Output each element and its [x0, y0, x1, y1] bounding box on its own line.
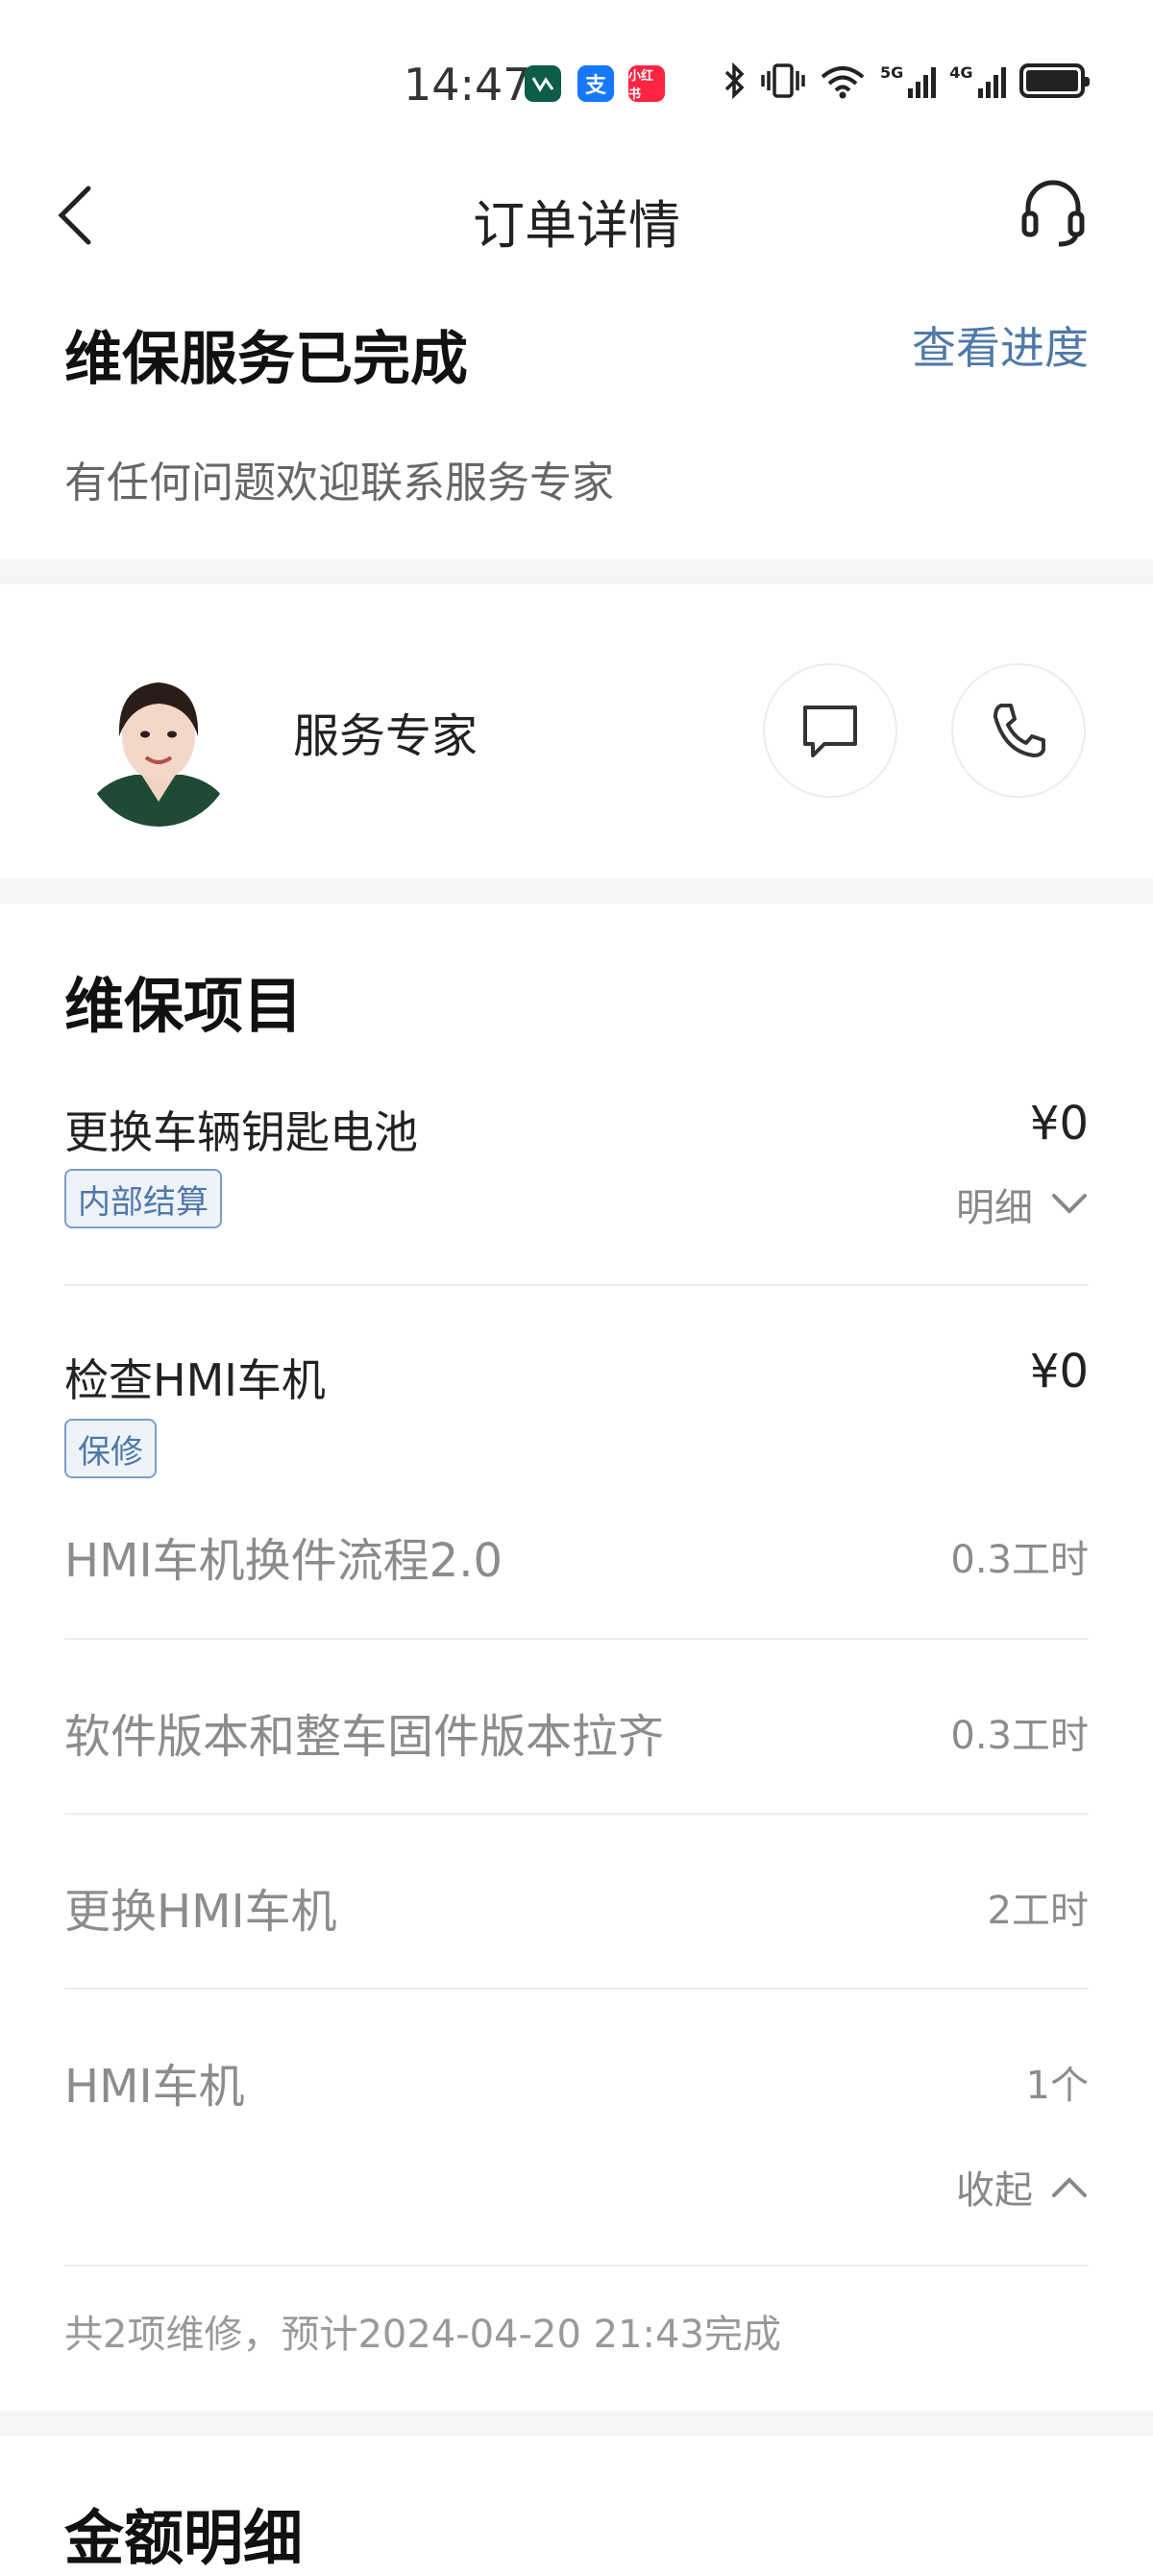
battery-icon: [1018, 63, 1090, 98]
collapse-toggle-label: 收起: [956, 2168, 1033, 2213]
headset-icon: [1021, 180, 1085, 247]
chevron-up-icon: [1052, 2177, 1087, 2197]
phone-icon: [994, 704, 1045, 757]
wifi-icon: [821, 66, 865, 99]
section-divider: [0, 559, 1153, 584]
divider: [64, 1813, 1089, 1815]
customer-service-button[interactable]: [1018, 175, 1088, 250]
vibrate-icon: [761, 63, 805, 98]
status-time: 14:47: [404, 59, 531, 111]
system-status-icons: 5G 4G: [723, 62, 1090, 100]
order-status-subtitle: 有任何问题欢迎联系服务专家: [64, 458, 614, 508]
item-price: ¥0: [1029, 1345, 1089, 1399]
detail-name: 软件版本和整车固件版本拉齐: [64, 1710, 665, 1764]
signal-5g-icon: 5G: [880, 63, 937, 98]
divider: [64, 1284, 1089, 1286]
detail-quantity: 0.3工时: [950, 1538, 1089, 1582]
signal-4g-icon: 4G: [949, 63, 1006, 98]
detail-name: HMI车机换件流程2.0: [64, 1534, 503, 1588]
order-status-title: 维保服务已完成: [64, 326, 468, 393]
detail-toggle-label: 明细: [956, 1186, 1033, 1230]
detail-quantity: 2工时: [987, 1889, 1089, 1933]
divider: [64, 1638, 1089, 1640]
item-name: 检查HMI车机: [64, 1354, 326, 1406]
item-tag: 内部结算: [64, 1169, 222, 1228]
detail-toggle[interactable]: 明细: [956, 1177, 1089, 1232]
bluetooth-icon: [724, 62, 745, 100]
page-title: 订单详情: [473, 195, 680, 256]
detail-name: HMI车机: [64, 2060, 245, 2114]
message-button[interactable]: [763, 663, 897, 798]
item-name: 更换车辆钥匙电池: [64, 1106, 418, 1158]
xiaohongshu-icon: 小红书: [628, 65, 665, 102]
network-4g-label: 4G: [949, 63, 973, 82]
call-button[interactable]: [951, 663, 1086, 798]
network-5g-label: 5G: [880, 63, 904, 82]
chevron-down-icon: [1052, 1194, 1087, 1214]
avatar: [81, 657, 236, 827]
alipay-icon: 支: [577, 65, 614, 102]
amount-section-title: 金额明细: [64, 2503, 304, 2573]
item-price: ¥0: [1029, 1097, 1089, 1151]
maintenance-summary: 共2项维修，预计2024-04-20 21:43完成: [64, 2313, 781, 2357]
expert-label: 服务专家: [293, 709, 478, 763]
divider: [64, 1988, 1089, 1990]
chat-icon: [803, 706, 857, 757]
section-divider: [0, 2411, 1153, 2436]
detail-quantity: 1个: [1025, 2064, 1089, 2108]
collapse-toggle[interactable]: 收起: [956, 2159, 1089, 2215]
item-tag: 保修: [64, 1419, 157, 1478]
detail-name: 更换HMI车机: [64, 1885, 337, 1939]
app-green-icon: [525, 65, 561, 102]
view-progress-link[interactable]: 查看进度: [912, 313, 1089, 377]
divider: [64, 2265, 1089, 2266]
detail-quantity: 0.3工时: [950, 1714, 1089, 1758]
maintenance-section-title: 维保项目: [64, 971, 304, 1041]
section-divider: [0, 879, 1153, 904]
